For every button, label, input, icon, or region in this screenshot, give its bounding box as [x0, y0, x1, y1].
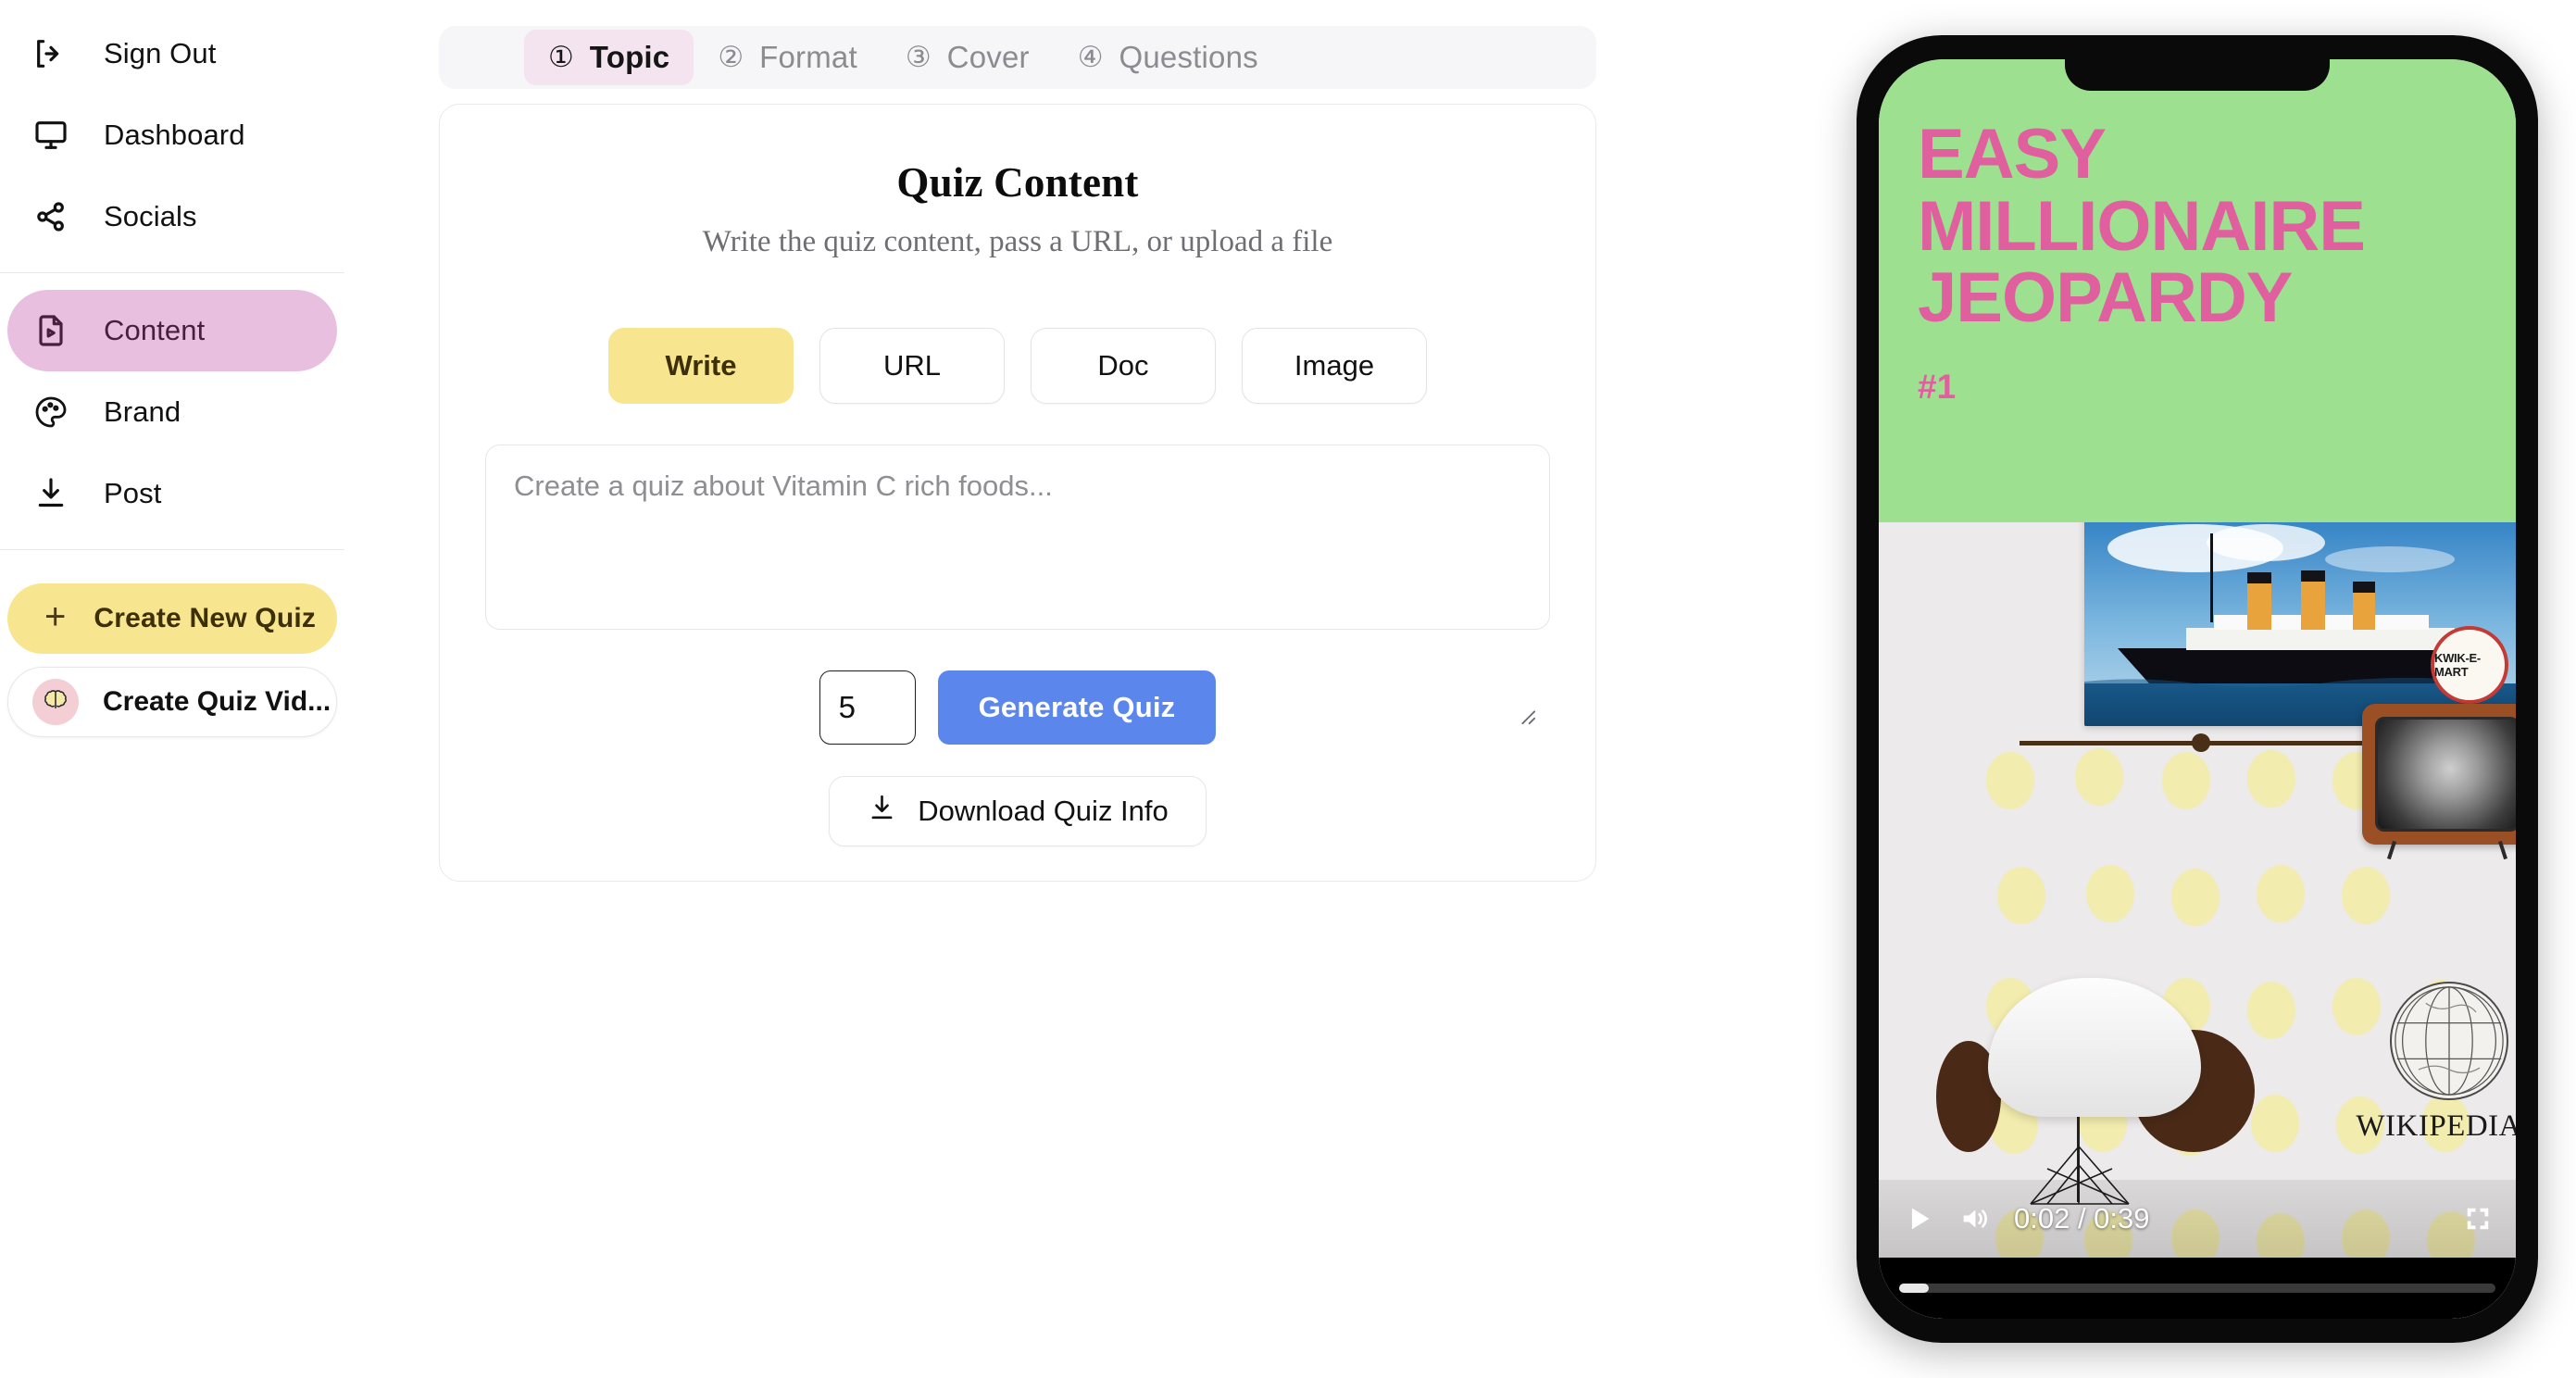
sidebar-item-label: Content: [104, 314, 206, 346]
sidebar-item-label: Brand: [104, 395, 181, 428]
page-title: Quiz Content: [896, 159, 1139, 206]
brain-icon: [32, 679, 79, 725]
wikipedia-globe-icon: [2390, 982, 2508, 1100]
video-controls-bar: 0:02 / 0:39: [1879, 1180, 2516, 1258]
create-quiz-video-label: Create Quiz Vid...: [103, 686, 331, 717]
sidebar-item-label: Socials: [104, 200, 197, 232]
quiz-content-card: Quiz Content Write the quiz content, pas…: [439, 104, 1596, 882]
play-icon[interactable]: [1903, 1203, 1934, 1234]
create-quiz-video-button[interactable]: Create Quiz Vid...: [7, 667, 337, 737]
tab-label: Cover: [946, 40, 1030, 74]
sign-out-icon: [31, 34, 70, 73]
share-icon: [31, 197, 70, 236]
download-quiz-info-button[interactable]: Download Quiz Info: [829, 776, 1207, 846]
video-title: EASY MILLIONAIRE JEOPARDY: [1918, 115, 2366, 338]
mode-label: Write: [665, 349, 737, 382]
content-mode-group: Write URL Doc Image: [440, 328, 1595, 404]
sidebar-item-socials[interactable]: Socials: [7, 176, 337, 257]
titanic-ship-image: KWIK-E-MART: [2084, 522, 2516, 726]
video-number: #1: [1918, 367, 1957, 406]
sidebar-item-sign-out[interactable]: Sign Out: [7, 13, 337, 94]
file-video-icon: [31, 311, 70, 350]
step-number: ④: [1077, 40, 1104, 74]
wikipedia-wordmark: WIKIPEDIA: [2356, 1109, 2516, 1143]
sidebar-item-label: Dashboard: [104, 119, 245, 151]
video-title-slide: EASY MILLIONAIRE JEOPARDY #1: [1879, 59, 2516, 522]
retro-tv-image: [2362, 704, 2516, 860]
volume-icon[interactable]: [1958, 1203, 1990, 1234]
download-icon: [867, 793, 897, 831]
designer-chair-image: [1988, 978, 2220, 1209]
sidebar: Sign Out Dashboard Socials Content Brand…: [0, 0, 344, 1378]
sidebar-item-post[interactable]: Post: [7, 453, 337, 534]
monitor-icon: [31, 116, 70, 155]
generate-row: Generate Quiz: [440, 670, 1595, 745]
sidebar-item-label: Sign Out: [104, 37, 217, 69]
badge-text: KWIK-E-MART: [2434, 651, 2481, 679]
mode-button-image[interactable]: Image: [1242, 328, 1427, 404]
tab-label: Format: [759, 40, 857, 74]
step-number: ③: [905, 40, 932, 74]
phone-mockup: EASY MILLIONAIRE JEOPARDY #1 KWIK-E-MART…: [1857, 35, 2538, 1343]
video-time-display: 0:02 / 0:39: [2014, 1202, 2150, 1234]
create-new-quiz-button[interactable]: + Create New Quiz: [7, 583, 337, 654]
page-subtitle: Write the quiz content, pass a URL, or u…: [702, 225, 1333, 258]
sidebar-item-label: Post: [104, 477, 162, 509]
scrubber-progress: [1899, 1284, 1930, 1293]
download-row: Download Quiz Info: [440, 776, 1595, 846]
quiz-content-textarea[interactable]: [485, 445, 1550, 630]
tab-topic[interactable]: ① Topic: [524, 30, 694, 85]
tv-screen-moon: [2375, 717, 2516, 832]
mode-button-url[interactable]: URL: [819, 328, 1005, 404]
quiz-content-textarea-wrapper: [440, 445, 1595, 630]
fullscreen-icon[interactable]: [2464, 1205, 2492, 1233]
generate-quiz-button[interactable]: Generate Quiz: [937, 670, 1217, 745]
mode-button-doc[interactable]: Doc: [1031, 328, 1216, 404]
step-number: ②: [718, 40, 744, 74]
main-content: ① Topic ② Format ③ Cover ④ Questions Qui…: [344, 0, 1833, 1378]
sidebar-item-content[interactable]: Content: [7, 290, 337, 371]
rule-dot: [2192, 733, 2210, 752]
sidebar-divider-bottom: [0, 549, 344, 550]
phone-notch: [2065, 35, 2330, 91]
kwik-e-mart-badge: KWIK-E-MART: [2431, 626, 2508, 704]
plus-icon: +: [44, 596, 67, 637]
tab-label: Topic: [589, 40, 670, 74]
download-quiz-info-label: Download Quiz Info: [918, 795, 1169, 827]
tab-questions[interactable]: ④ Questions: [1054, 30, 1282, 85]
tab-cover[interactable]: ③ Cover: [882, 30, 1054, 85]
mode-label: Image: [1294, 349, 1375, 382]
horizontal-rule: [2020, 741, 2408, 745]
sidebar-divider-top: [0, 272, 344, 273]
sidebar-item-brand[interactable]: Brand: [7, 371, 337, 453]
mode-label: Doc: [1097, 349, 1149, 382]
sidebar-item-dashboard[interactable]: Dashboard: [7, 94, 337, 176]
palette-icon: [31, 393, 70, 432]
mode-label: URL: [882, 349, 941, 382]
tab-label: Questions: [1119, 40, 1258, 74]
create-new-quiz-label: Create New Quiz: [94, 603, 317, 633]
mode-button-write[interactable]: Write: [608, 328, 794, 404]
question-count-input[interactable]: [819, 670, 916, 745]
video-scrubber[interactable]: [1879, 1258, 2516, 1319]
tab-format[interactable]: ② Format: [694, 30, 882, 85]
app-root: Sign Out Dashboard Socials Content Brand…: [0, 0, 2576, 1378]
download-icon: [31, 474, 70, 513]
video-preview-screen[interactable]: EASY MILLIONAIRE JEOPARDY #1 KWIK-E-MART…: [1879, 59, 2516, 1319]
step-tabs: ① Topic ② Format ③ Cover ④ Questions: [439, 26, 1596, 89]
scrubber-track[interactable]: [1899, 1284, 2495, 1293]
step-number: ①: [548, 40, 574, 74]
